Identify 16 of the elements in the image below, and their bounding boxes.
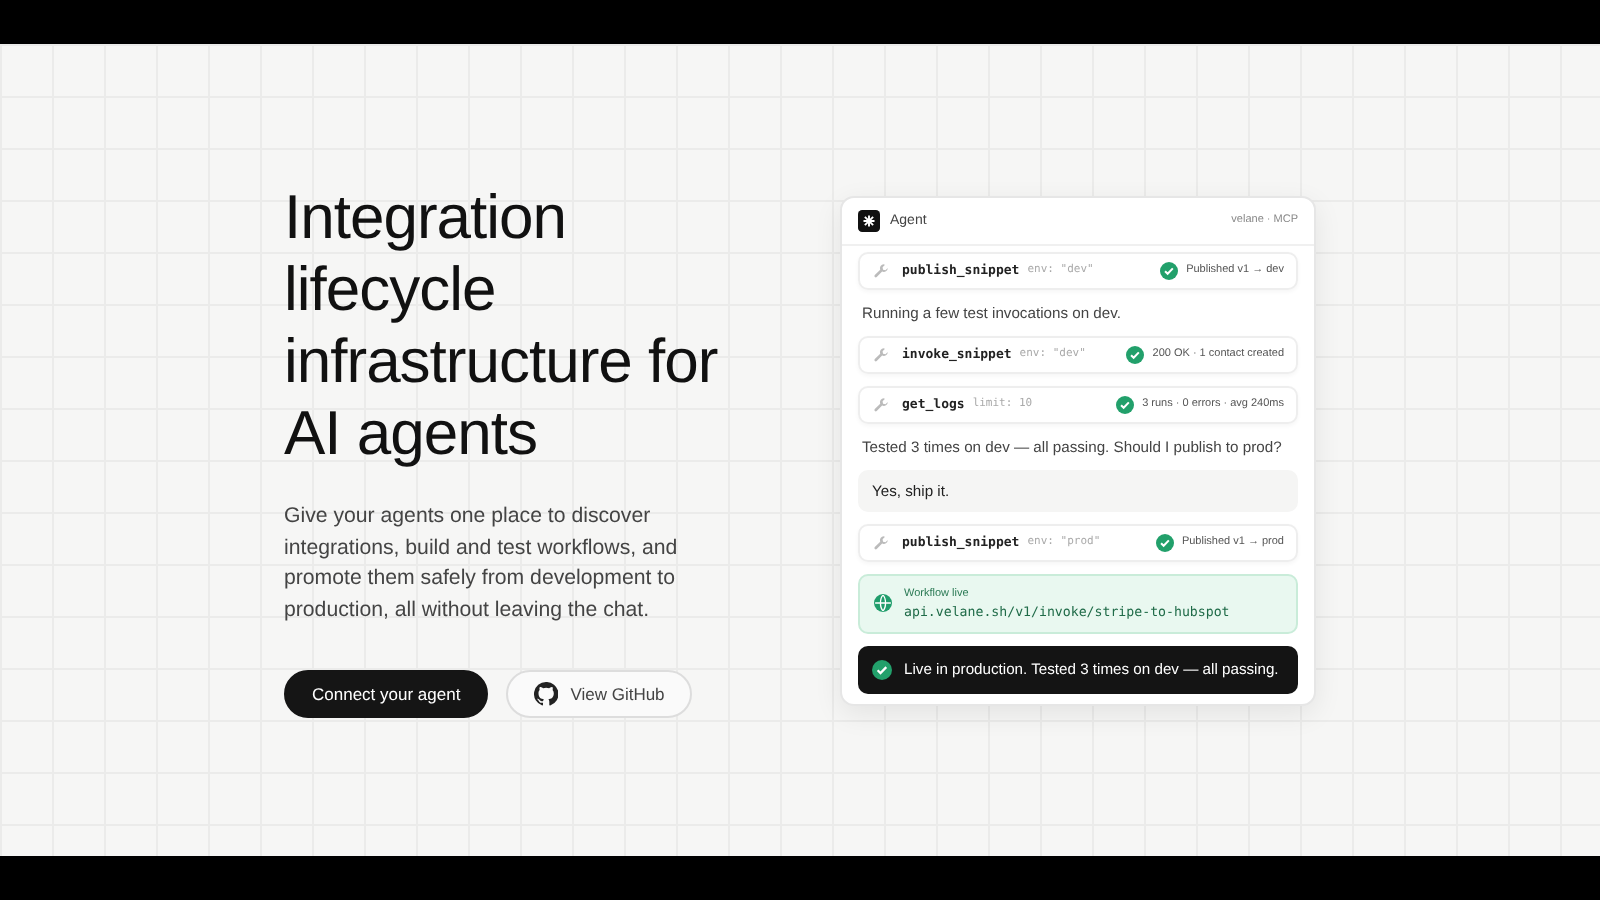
wrench-icon	[872, 395, 890, 413]
wrench-icon	[872, 345, 890, 363]
connect-button[interactable]: Connect your agent	[284, 670, 489, 718]
check-icon	[1155, 533, 1174, 551]
check-icon	[1116, 395, 1135, 413]
check-icon	[872, 659, 892, 679]
hero-heading: Integration lifecycle infrastructure for AI agents	[284, 182, 720, 470]
hero-description: Give your agents one place to discover integrations, build and test workflows, and promote them safely from development to production, all without leaving the chat.	[284, 502, 680, 625]
wrench-icon	[872, 261, 890, 279]
github-icon	[534, 682, 559, 706]
github-button[interactable]: View GitHub	[506, 670, 693, 718]
check-icon	[1126, 345, 1145, 363]
wrench-icon	[872, 533, 890, 551]
check-icon	[1160, 261, 1179, 279]
agent-logo-icon	[858, 209, 880, 231]
globe-icon	[874, 594, 892, 612]
